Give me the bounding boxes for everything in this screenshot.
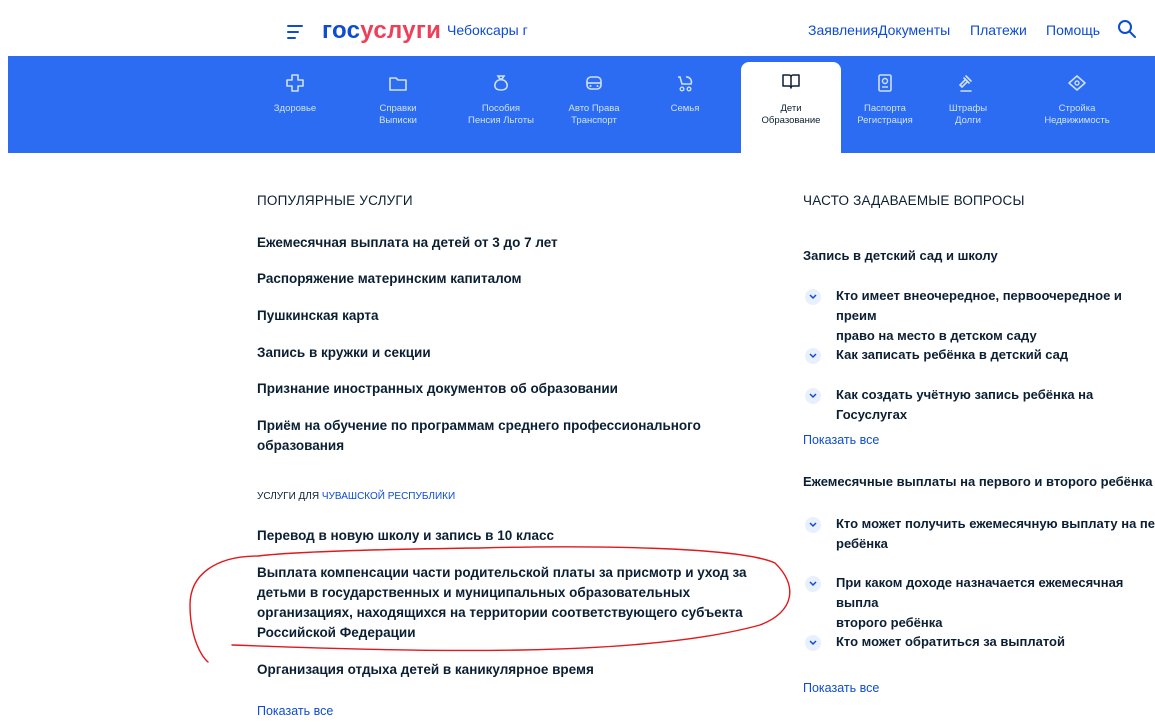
chevron-down-icon <box>805 289 821 305</box>
faq-title: ЧАСТО ЗАДАВАЕМЫЕ ВОПРОСЫ <box>803 193 1025 208</box>
book-icon <box>782 74 800 89</box>
service-link[interactable]: Запись в кружки и секции <box>257 343 757 363</box>
faq-question[interactable]: Как записать ребёнка в детский сад <box>805 345 1155 365</box>
menu-icon[interactable] <box>287 25 303 39</box>
category-label: Стройка Недвижимость <box>1044 103 1110 126</box>
show-all-faq-link[interactable]: Показать все <box>803 433 879 447</box>
logo-part-gos: гос <box>322 17 361 44</box>
region-service-link[interactable]: Выплата компенсации части родительской п… <box>257 563 757 643</box>
search-icon[interactable] <box>1117 19 1137 39</box>
service-link[interactable]: Ежемесячная выплата на детей от 3 до 7 л… <box>257 233 757 253</box>
nav-documents[interactable]: Документы <box>878 22 950 38</box>
nav-applications[interactable]: Заявления <box>808 22 878 38</box>
faq-question-text: Кто имеет внеочередное, первоочередное и… <box>836 288 1122 343</box>
faq-question[interactable]: При каком доходе назначается ежемесячная… <box>805 573 1155 633</box>
faq-group-title: Запись в детский сад и школу <box>803 248 998 263</box>
service-link[interactable]: Пушкинская карта <box>257 306 757 326</box>
chevron-down-icon <box>805 388 821 404</box>
category-family[interactable]: Семья <box>635 64 735 153</box>
car-icon <box>586 76 602 90</box>
faq-question-text: Кто может получить ежемесячную выплату н… <box>836 516 1155 551</box>
stroller-icon <box>678 76 693 92</box>
gosuslugi-logo[interactable]: госуслуги <box>322 17 441 45</box>
house-icon <box>1068 75 1086 91</box>
money-bag-icon <box>494 75 508 91</box>
faq-question[interactable]: Кто может получить ежемесячную выплату н… <box>805 514 1155 554</box>
category-certificates[interactable]: Справки Выписки <box>348 64 448 153</box>
region-name-link[interactable]: ЧУВАШСКОЙ РЕСПУБЛИКИ <box>322 491 455 502</box>
show-all-faq-link[interactable]: Показать все <box>803 681 879 695</box>
faq-question-text: Как создать учётную запись ребёнка на Го… <box>836 387 1094 422</box>
category-label: Семья <box>670 103 700 114</box>
faq-question-text: Как записать ребёнка в детский сад <box>836 347 1069 362</box>
category-label: Штрафы Долги <box>948 103 988 126</box>
city-selector[interactable]: Чебоксары г <box>447 22 528 38</box>
faq-question-text: Кто может обратиться за выплатой <box>836 634 1065 649</box>
chevron-down-icon <box>805 635 821 651</box>
chevron-down-icon <box>805 517 821 533</box>
logo-part-uslugi: услуги <box>360 17 442 44</box>
show-all-services-link[interactable]: Показать все <box>257 704 333 718</box>
faq-group-title: Ежемесячные выплаты на первого и второго… <box>803 474 1155 489</box>
region-service-link[interactable]: Перевод в новую школу и запись в 10 клас… <box>257 526 757 546</box>
nav-help[interactable]: Помощь <box>1046 22 1100 38</box>
category-children-education[interactable]: Дети Образование <box>741 62 841 153</box>
category-benefits[interactable]: Пособия Пенсия Льготы <box>451 64 551 153</box>
category-health[interactable]: Здоровье <box>245 64 345 153</box>
category-fines[interactable]: Штрафы Долги <box>918 64 1018 153</box>
category-auto[interactable]: Авто Права Транспорт <box>544 64 644 153</box>
category-label: Здоровье <box>273 103 317 114</box>
popular-services-title: ПОПУЛЯРНЫЕ УСЛУГИ <box>257 193 413 208</box>
faq-question-text: При каком доходе назначается ежемесячная… <box>836 575 1124 630</box>
gavel-icon <box>958 75 972 92</box>
faq-question[interactable]: Как создать учётную запись ребёнка на Го… <box>805 385 1155 425</box>
chevron-down-icon <box>805 576 821 592</box>
faq-question[interactable]: Кто имеет внеочередное, первоочередное и… <box>805 286 1155 346</box>
chevron-down-icon <box>805 348 821 364</box>
nav-payments[interactable]: Платежи <box>970 22 1027 38</box>
category-label: Авто Права Транспорт <box>568 103 620 126</box>
region-service-link[interactable]: Организация отдыха детей в каникулярное … <box>257 660 757 680</box>
service-link[interactable]: Приём на обучение по программам среднего… <box>257 416 717 456</box>
region-prefix: УСЛУГИ ДЛЯ <box>257 491 322 502</box>
category-label: Справки Выписки <box>379 103 417 126</box>
faq-question[interactable]: Кто может обратиться за выплатой <box>805 632 1155 652</box>
service-link[interactable]: Распоряжение материнским капиталом <box>257 269 757 289</box>
region-services-label: УСЛУГИ ДЛЯ ЧУВАШСКОЙ РЕСПУБЛИКИ <box>257 491 455 502</box>
category-label: Пособия Пенсия Льготы <box>468 103 534 126</box>
cross-icon <box>286 74 304 92</box>
folder-icon <box>389 77 407 91</box>
header: госуслуги Чебоксары г Заявления Документ… <box>0 0 1155 56</box>
passport-icon <box>878 74 892 92</box>
category-construction[interactable]: Стройка Недвижимость <box>1027 64 1127 153</box>
service-link[interactable]: Признание иностранных документов об обра… <box>257 379 757 399</box>
category-label: Дети Образование <box>761 103 821 126</box>
